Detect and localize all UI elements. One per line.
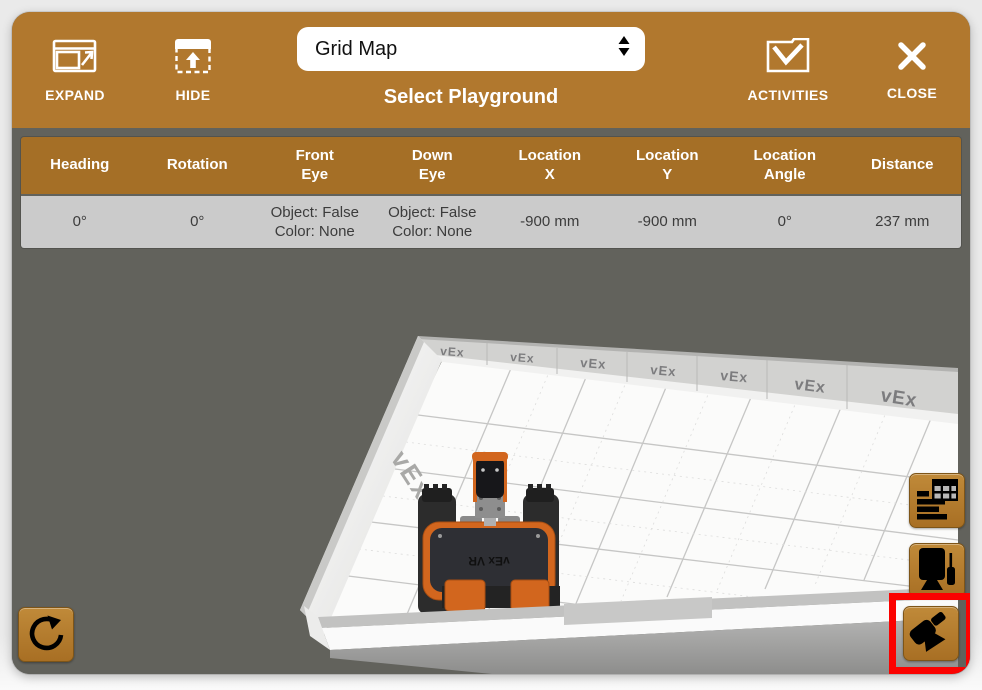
activities-button[interactable]: ACTIVITIES [728,12,848,128]
column-header-location-angle: Location Angle [726,137,844,194]
playground-select-value: Grid Map [315,38,617,61]
select-spinner-icon [617,35,631,63]
device-view-button[interactable] [909,543,965,598]
column-header-rotation: Rotation [139,137,257,194]
select-playground-title: Select Playground [297,86,645,109]
robot-label: vEx VR [468,554,510,568]
location-angle-value: 0° [726,196,844,248]
location-x-value: -900 mm [491,196,609,248]
wall-logo: vEx [720,367,749,385]
down-eye-value: Object: False Color: None [374,196,492,248]
heading-value: 0° [21,196,139,248]
camera-view-icon [909,610,953,657]
toolbar: EXPAND HIDE Grid Map [12,12,970,128]
expand-label: EXPAND [45,87,105,103]
reset-view-button[interactable] [18,607,74,662]
sensor-dashboard: Heading Rotation Front Eye Down Eye Loca… [21,137,961,248]
close-label: CLOSE [887,85,937,101]
device-control-icon [916,547,958,594]
playground-viewport[interactable]: vEx vEx vEx vEx vEx vEx vEx vEx [12,128,970,674]
sensor-dashboard-icon [916,478,958,523]
camera-button-highlight [889,593,970,674]
activities-folder-icon [765,38,811,77]
playground-select[interactable]: Grid Map [297,27,645,71]
hide-label: HIDE [175,87,210,103]
column-header-front-eye: Front Eye [256,137,374,194]
activities-label: ACTIVITIES [747,87,828,103]
column-header-distance: Distance [844,137,962,194]
sensor-dashboard-header: Heading Rotation Front Eye Down Eye Loca… [21,137,961,194]
playground-window: EXPAND HIDE Grid Map [12,12,970,674]
sensor-values-row: 0° 0° Object: False Color: None Object: … [21,194,961,248]
column-header-location-y: Location Y [609,137,727,194]
column-header-location-x: Location X [491,137,609,194]
hide-button[interactable]: HIDE [133,12,253,128]
wall-logo: vEx [580,355,607,372]
sensor-dashboard-toggle-button[interactable] [909,473,965,528]
wall-logo: vEx [510,350,535,366]
distance-value: 237 mm [844,196,962,248]
close-button[interactable]: CLOSE [852,12,970,128]
wall-logo: vEx [650,362,677,379]
camera-view-button[interactable] [903,606,959,661]
expand-button[interactable]: EXPAND [15,12,135,128]
hide-panel-icon [173,38,213,77]
front-eye-value: Object: False Color: None [256,196,374,248]
column-header-down-eye: Down Eye [374,137,492,194]
close-x-icon [896,40,928,75]
rotation-value: 0° [139,196,257,248]
expand-window-icon [52,38,98,77]
rotate-ccw-icon [25,611,67,658]
wall-logo: vEx [440,344,465,360]
column-header-heading: Heading [21,137,139,194]
location-y-value: -900 mm [609,196,727,248]
